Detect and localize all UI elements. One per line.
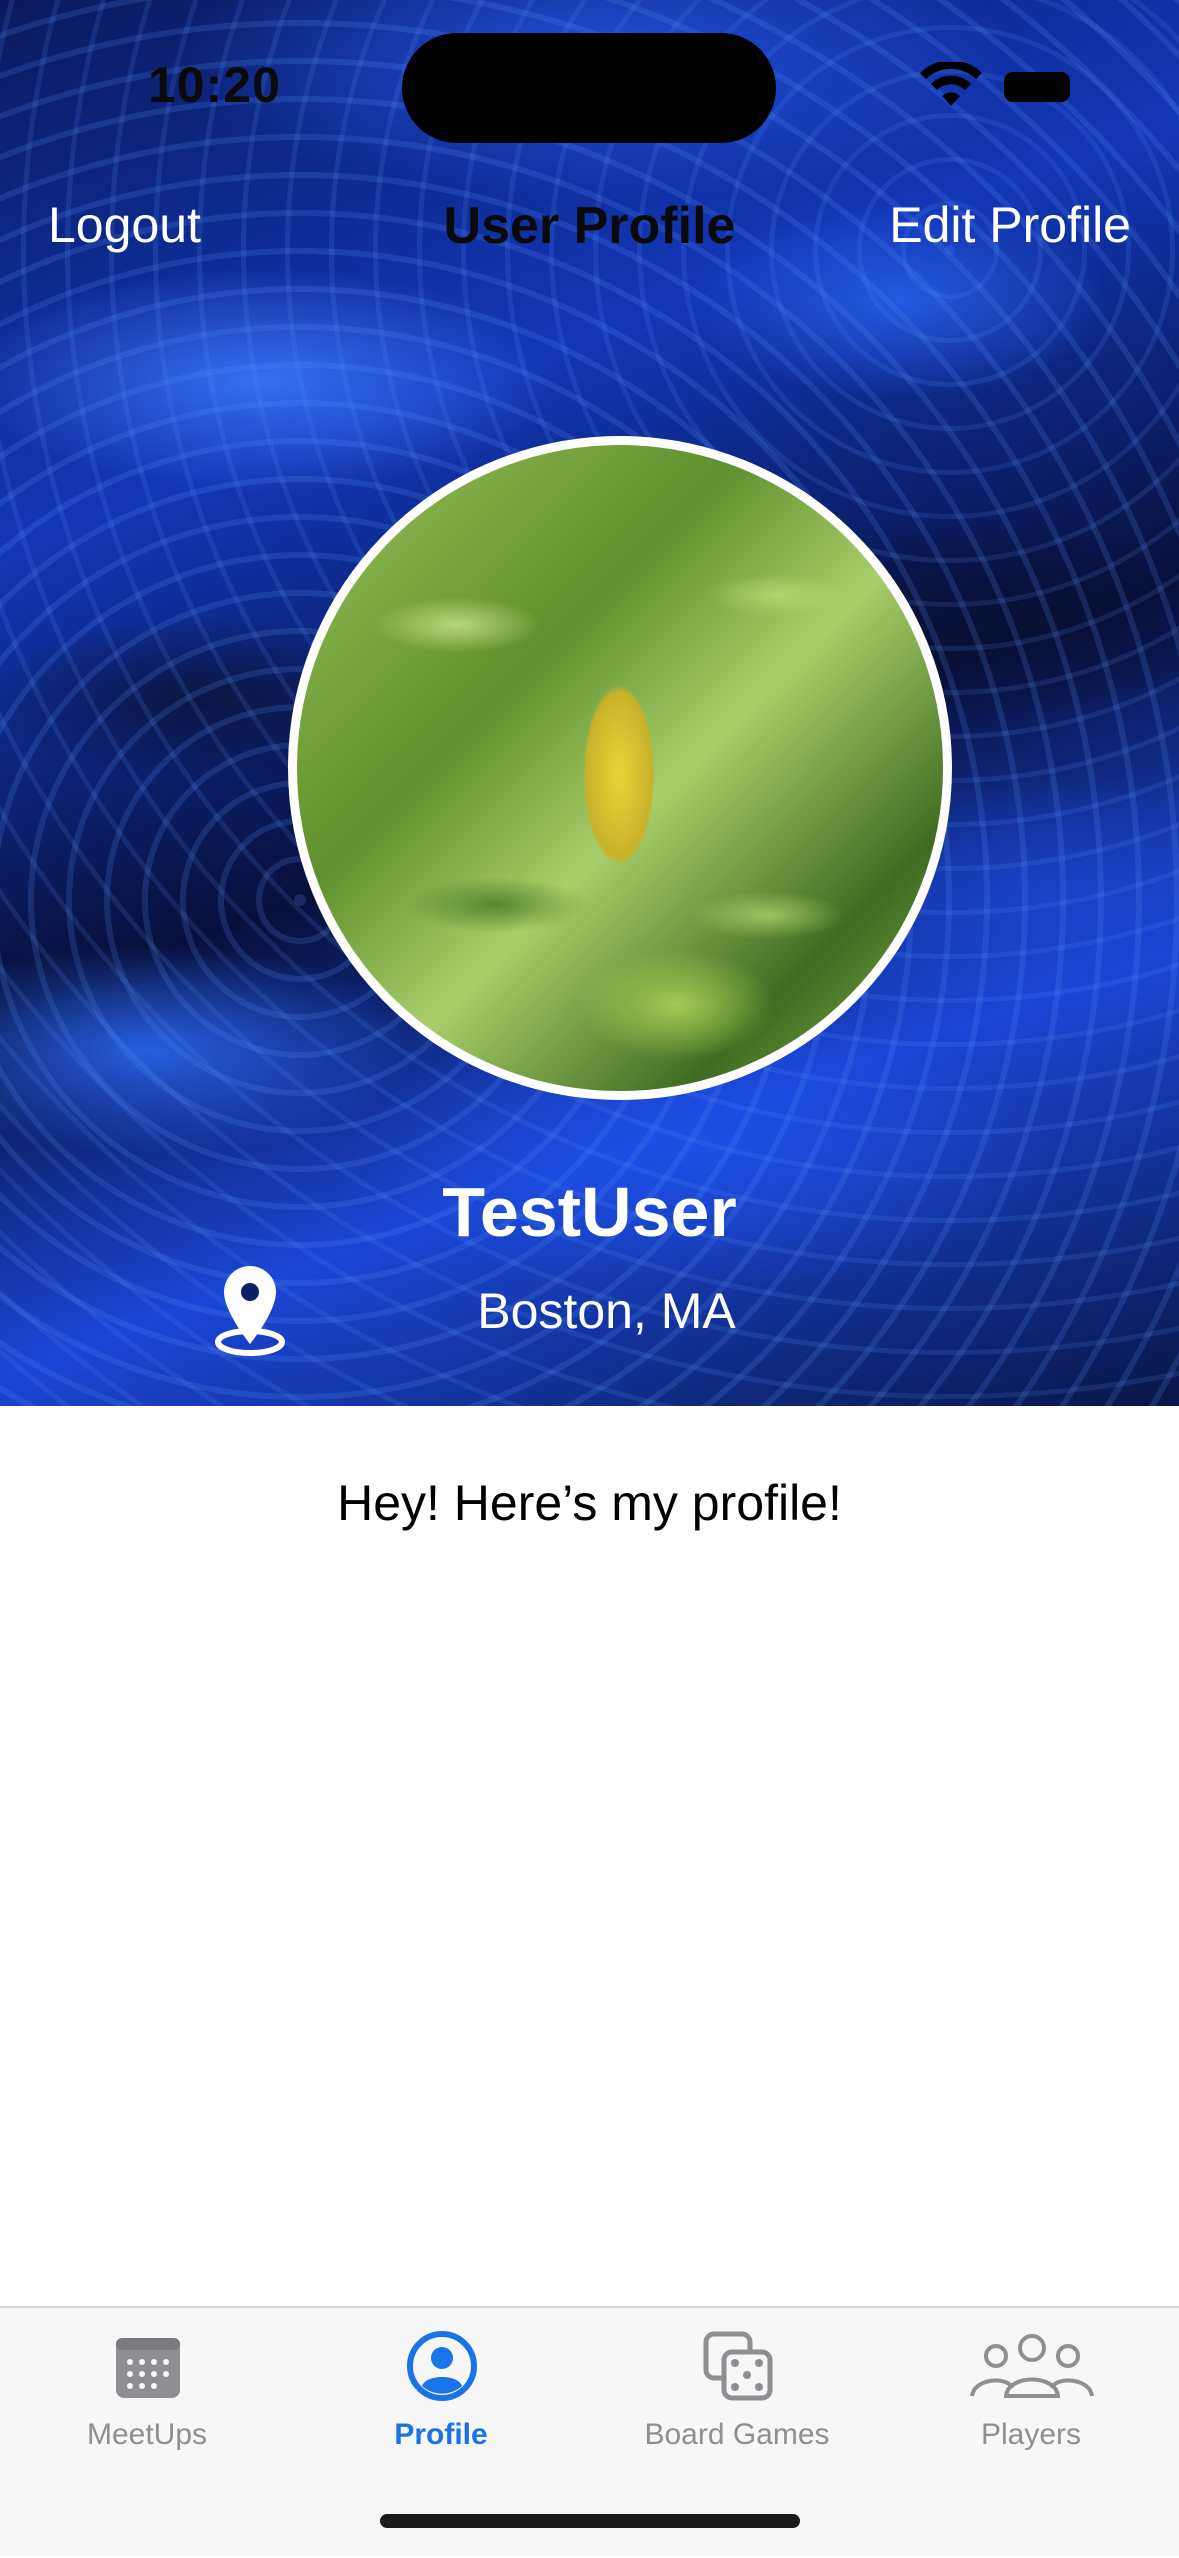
tab-players[interactable]: Players: [884, 2308, 1178, 2558]
dynamic-island: [402, 33, 776, 143]
tab-meetups[interactable]: MeetUps: [0, 2308, 294, 2558]
calendar-icon: [116, 2338, 180, 2398]
profile-avatar: [288, 436, 952, 1100]
user-location: Boston, MA: [477, 1283, 736, 1339]
username: TestUser: [442, 1173, 737, 1251]
user-bio: Hey! Here’s my profile!: [337, 1475, 842, 1531]
status-time: 10:20: [148, 57, 281, 113]
tab-label: Board Games: [644, 2418, 830, 2451]
person-circle-icon: [407, 2331, 477, 2401]
tab-label: Players: [980, 2418, 1082, 2451]
people-group-icon: [970, 2334, 1094, 2398]
dice-icon: [703, 2331, 773, 2401]
home-indicator: [380, 2514, 800, 2528]
tab-label: Profile: [394, 2418, 488, 2451]
edit-profile-button[interactable]: Edit Profile: [889, 196, 1131, 254]
wifi-icon: [920, 62, 982, 106]
battery-icon: [1004, 72, 1070, 102]
tab-label: MeetUps: [86, 2418, 208, 2451]
